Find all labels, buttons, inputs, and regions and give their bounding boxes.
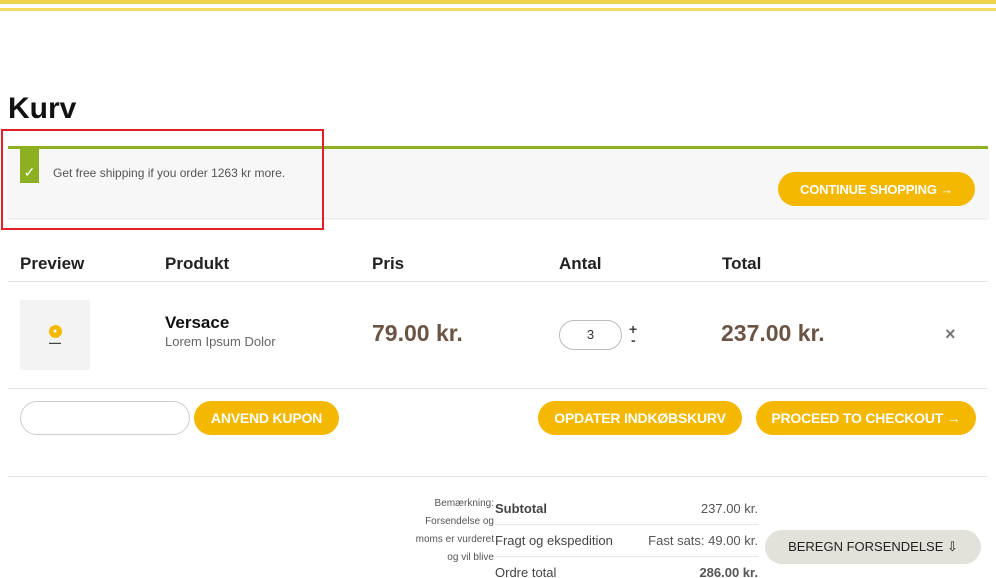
check-icon: ✓ [20, 149, 39, 183]
shipping-value: Fast sats: 49.00 kr. [648, 533, 758, 548]
line-total: 237.00 kr. [721, 320, 825, 346]
column-header-quantity: Antal [559, 254, 602, 273]
logo-icon: ● [48, 325, 62, 338]
shipping-label: Fragt og ekspedition [495, 533, 613, 548]
thumbnail-caption: ▬▬▬ [49, 340, 61, 345]
column-header-price: Pris [372, 254, 405, 273]
totals-divider [495, 524, 759, 525]
product-price: 79.00 kr. [372, 320, 463, 346]
page-title: Kurv [8, 92, 77, 125]
quantity-decrease-button[interactable]: - [631, 332, 636, 348]
column-header-preview: Preview [20, 254, 85, 273]
top-accent-bar [0, 0, 996, 11]
order-total-value: 286.00 kr. [699, 565, 758, 578]
row-divider [8, 388, 988, 389]
update-cart-button[interactable]: OPDATER INDKØBSKURV [538, 401, 742, 435]
shipping-note: Bemærkning: Forsendelse og moms er vurde… [415, 498, 494, 563]
remove-item-icon[interactable]: × [945, 324, 956, 345]
product-description: Lorem Ipsum Dolor [165, 334, 276, 349]
totals-divider [495, 556, 759, 557]
subtotal-label: Subtotal [495, 501, 547, 516]
order-total-label: Ordre total [495, 565, 557, 578]
subtotal-value: 237.00 kr. [700, 501, 758, 516]
coupon-code-input[interactable] [20, 401, 190, 435]
quantity-input[interactable]: 3 [559, 320, 622, 350]
apply-coupon-button[interactable]: ANVEND KUPON [194, 401, 339, 435]
section-divider [8, 476, 988, 477]
column-header-total: Total [722, 254, 762, 273]
column-header-product: Produkt [165, 254, 230, 273]
product-name[interactable]: Versace [165, 313, 229, 333]
product-thumbnail[interactable]: ● ▬▬▬ [20, 300, 90, 370]
header-divider [8, 281, 988, 282]
proceed-to-checkout-button[interactable]: PROCEED TO CHECKOUT → [756, 401, 976, 435]
calculate-shipping-button[interactable]: BEREGN FORSENDELSE ⇩ [765, 530, 981, 564]
free-shipping-message: Get free shipping if you order 1263 kr m… [53, 166, 286, 180]
continue-shopping-button[interactable]: CONTINUE SHOPPING → [778, 172, 975, 206]
